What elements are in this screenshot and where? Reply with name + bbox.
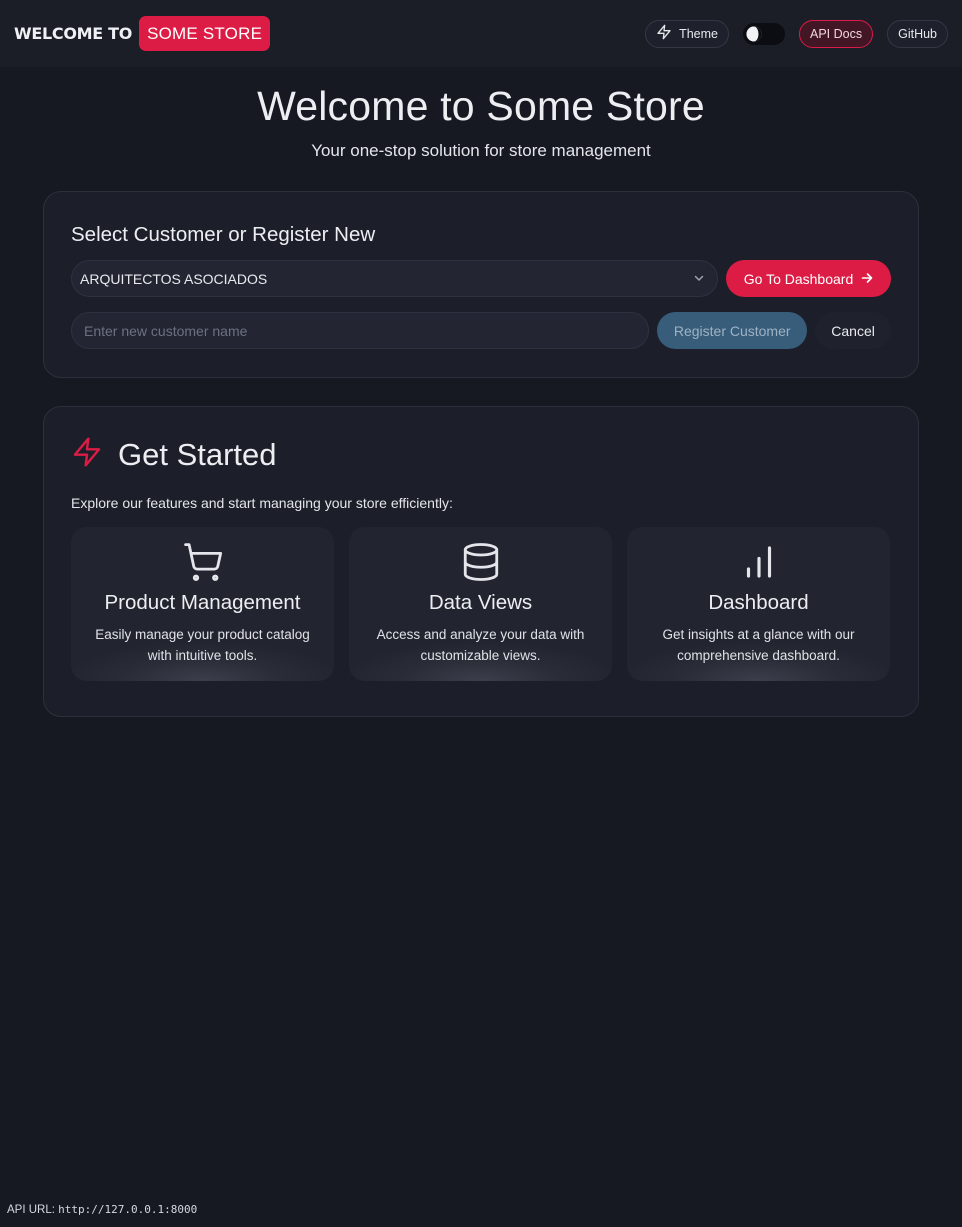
page-title: Welcome to Some Store — [257, 83, 705, 129]
bar-chart-icon — [627, 541, 890, 583]
api-url-value: http://127.0.0.1:8000 — [58, 1203, 198, 1216]
brand-prefix: WELCOME TO — [14, 24, 133, 43]
customer-card-heading: Select Customer or Register New — [71, 223, 376, 246]
feature-description: Access and analyze your data with custom… — [376, 627, 585, 663]
chevron-down-icon — [693, 271, 705, 287]
database-icon — [349, 541, 612, 583]
feature-list: Product Management Easily manage your pr… — [71, 527, 891, 681]
lightning-icon — [656, 24, 672, 43]
new-customer-input[interactable] — [71, 312, 650, 349]
feature-description: Easily manage your product catalog with … — [95, 627, 310, 663]
get-started-card: Get Started Explore our features and sta… — [43, 406, 919, 717]
get-started-description: Explore our features and start managing … — [71, 495, 453, 511]
feature-card-dashboard[interactable]: Dashboard Get insights at a glance with … — [627, 527, 890, 681]
theme-button-label: Theme — [679, 26, 718, 41]
get-started-title: Get Started — [118, 436, 277, 472]
lightning-icon — [71, 436, 103, 473]
register-row: Register Customer Cancel — [71, 312, 892, 349]
customer-card: Select Customer or Register New ARQUITEC… — [43, 191, 919, 378]
customer-select-row: ARQUITECTOS ASOCIADOS Go To Dashboard — [71, 260, 891, 297]
customer-select-value: ARQUITECTOS ASOCIADOS — [80, 270, 268, 287]
get-started-header: Get Started — [71, 436, 891, 473]
api-url-footer: API URL: http://127.0.0.1:8000 — [7, 1203, 197, 1216]
hero: Welcome to Some Store Your one-stop solu… — [0, 67, 962, 161]
api-url-label: API URL: — [7, 1204, 55, 1216]
customer-select[interactable]: ARQUITECTOS ASOCIADOS — [71, 260, 718, 297]
moon-icon — [745, 25, 763, 43]
top-nav: Theme API Docs GitHub — [645, 19, 948, 48]
go-to-dashboard-label: Go To Dashboard — [743, 270, 854, 287]
feature-title: Data Views — [428, 591, 533, 614]
theme-button[interactable]: Theme — [645, 19, 729, 48]
top-bar: WELCOME TO SOME STORE Theme API Docs Git… — [0, 0, 962, 67]
go-to-dashboard-button[interactable]: Go To Dashboard — [726, 260, 891, 297]
arrow-right-icon — [861, 271, 873, 287]
brand-name-badge: SOME STORE — [139, 16, 271, 51]
feature-title: Product Management — [104, 591, 301, 614]
feature-card-product-management[interactable]: Product Management Easily manage your pr… — [71, 527, 334, 681]
feature-title: Dashboard — [708, 591, 809, 614]
api-docs-button[interactable]: API Docs — [798, 19, 874, 48]
cancel-button[interactable]: Cancel — [815, 312, 892, 349]
shopping-cart-icon — [71, 541, 334, 583]
feature-description: Get insights at a glance with our compre… — [662, 627, 855, 663]
feature-card-data-views[interactable]: Data Views Access and analyze your data … — [349, 527, 612, 681]
github-button[interactable]: GitHub — [887, 19, 948, 48]
page-subtitle: Your one-stop solution for store managem… — [311, 141, 651, 160]
brand-logo[interactable]: WELCOME TO SOME STORE — [14, 16, 271, 51]
register-customer-button[interactable]: Register Customer — [657, 312, 808, 349]
dark-mode-toggle[interactable] — [742, 22, 785, 45]
